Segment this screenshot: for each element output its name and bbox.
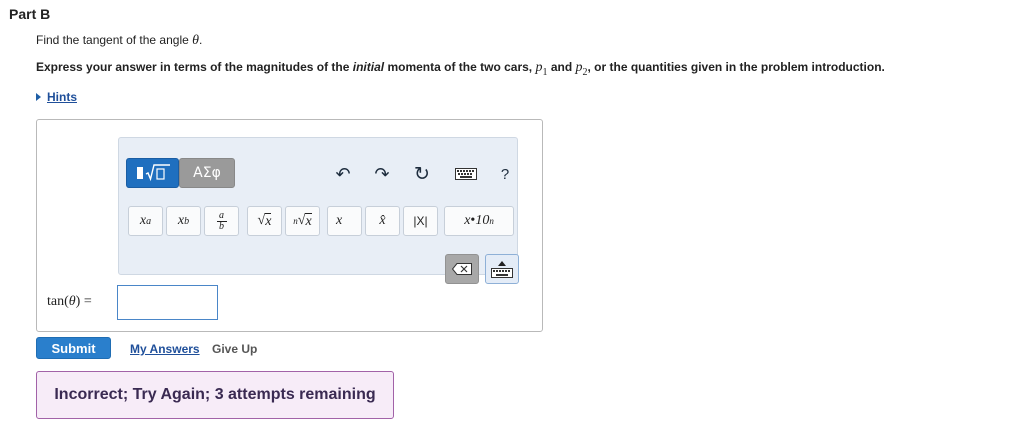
- equals-sign: =: [80, 294, 92, 309]
- sci-notation-key[interactable]: x • 10 n: [444, 206, 514, 236]
- caret-up-icon: [498, 260, 506, 266]
- greek-symbols-button[interactable]: ΑΣφ: [179, 158, 235, 188]
- instruction-text: Express your answer in terms of the magn…: [36, 60, 885, 78]
- theta-symbol: θ: [192, 33, 200, 48]
- answer-panel: ΑΣφ ↶ ↷ ↻ ? xa xb ab √ x n √ x x⃗ x̂ |X| x •…: [36, 119, 543, 332]
- instruction-post: , or the quantities given in the problem…: [587, 60, 885, 74]
- backspace-icon: [452, 263, 472, 275]
- undo-icon[interactable]: ↶: [332, 164, 354, 185]
- theta-variable: θ: [68, 294, 76, 309]
- unit-vector-key[interactable]: x̂: [365, 206, 400, 236]
- question-label: Find the tangent of the angle: [36, 33, 189, 47]
- answer-label: tan(θ) =: [47, 294, 92, 309]
- nth-root-key[interactable]: n √ x: [285, 206, 320, 236]
- hints-toggle[interactable]: Hints: [36, 90, 77, 104]
- instruction-pre: Express your answer in terms of the magn…: [36, 60, 350, 74]
- fraction-key[interactable]: ab: [204, 206, 239, 236]
- templates-icon: [136, 164, 170, 182]
- show-keyboard-key[interactable]: [485, 254, 519, 284]
- instruction-mid: momenta of the two cars,: [387, 60, 533, 74]
- sqrt-key[interactable]: √ x: [247, 206, 282, 236]
- delete-key[interactable]: [445, 254, 479, 284]
- answer-input[interactable]: [117, 285, 218, 320]
- triangle-right-icon: [36, 93, 41, 101]
- instruction-emphasis: initial: [352, 60, 385, 74]
- question-period: .: [199, 33, 203, 47]
- p2-symbol: p2: [575, 60, 588, 78]
- keyboard-shortcuts-icon: [455, 168, 477, 180]
- feedback-message: Incorrect; Try Again; 3 attempts remaini…: [36, 371, 394, 419]
- part-title: Part B: [9, 6, 51, 22]
- submit-button[interactable]: Submit: [36, 337, 111, 359]
- give-up-link[interactable]: Give Up: [212, 342, 257, 356]
- feedback-text: Incorrect; Try Again; 3 attempts remaini…: [54, 386, 376, 403]
- redo-icon[interactable]: ↷: [371, 164, 393, 185]
- p1-subscript: 1: [542, 66, 548, 78]
- question-text: Find the tangent of the angle θ.: [36, 33, 202, 49]
- instruction-and: and: [550, 60, 573, 74]
- keyboard-icon: [491, 267, 513, 278]
- subscript-key[interactable]: xb: [166, 206, 201, 236]
- reset-icon[interactable]: ↻: [411, 163, 433, 185]
- hints-link[interactable]: Hints: [47, 90, 77, 104]
- tan-function: tan: [47, 294, 65, 309]
- templates-button[interactable]: [126, 158, 179, 188]
- p2-letter: p: [575, 60, 583, 75]
- p1-symbol: p1: [535, 60, 548, 78]
- math-toolbar: ΑΣφ ↶ ↷ ↻ ? xa xb ab √ x n √ x x⃗ x̂ |X| x •…: [118, 137, 519, 284]
- superscript-key[interactable]: xa: [128, 206, 163, 236]
- keyboard-icon[interactable]: [453, 164, 479, 184]
- help-icon[interactable]: ?: [494, 164, 516, 184]
- abs-key[interactable]: |X|: [403, 206, 438, 236]
- my-answers-link[interactable]: My Answers: [130, 342, 200, 356]
- vector-key[interactable]: x⃗: [327, 206, 362, 236]
